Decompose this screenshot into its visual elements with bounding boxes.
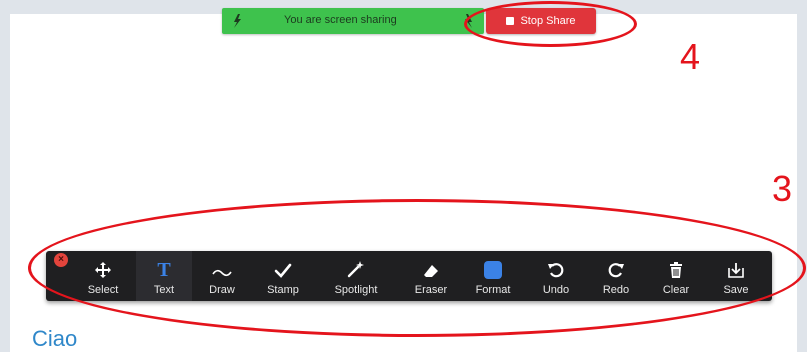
annotation-number-4: 4 xyxy=(680,36,701,77)
annotation-circle-toolbar xyxy=(28,199,806,337)
document-text: Ciao xyxy=(32,326,78,351)
screen-sharing-status: You are screen sharing xyxy=(284,14,397,26)
annotation-circle-stop-share xyxy=(464,1,637,47)
screen-sharing-bar[interactable]: You are screen sharing xyxy=(222,8,484,34)
drag-arrow-left-icon xyxy=(234,14,241,28)
annotation-number-3: 3 xyxy=(772,168,793,209)
